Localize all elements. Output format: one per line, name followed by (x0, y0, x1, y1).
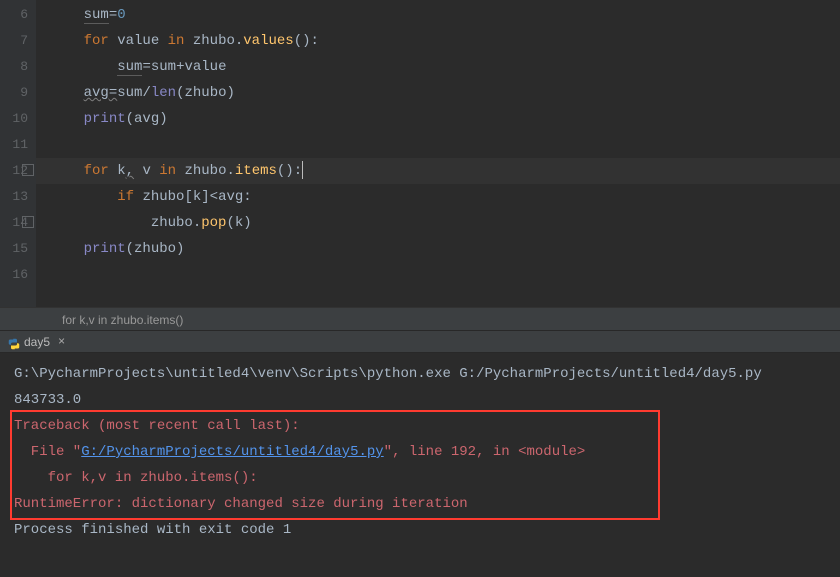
code-line[interactable] (36, 132, 840, 158)
line-number: 11 (0, 132, 28, 158)
python-icon (8, 336, 20, 348)
line-number: 7 (0, 28, 28, 54)
code-editor[interactable]: 678910111213141516 sum=0 for value in zh… (0, 0, 840, 307)
traceback-header: Traceback (most recent call last): (14, 413, 826, 439)
line-number: 10 (0, 106, 28, 132)
run-tab-label[interactable]: day5 (24, 331, 50, 353)
code-line[interactable]: sum=0 (36, 2, 840, 28)
fold-marker-icon[interactable] (22, 164, 34, 176)
traceback-error-line: RuntimeError: dictionary changed size du… (14, 491, 826, 517)
code-area[interactable]: sum=0 for value in zhubo.values(): sum=s… (36, 0, 840, 307)
line-number-gutter: 678910111213141516 (0, 0, 36, 307)
run-tab-bar[interactable]: day5 × (0, 331, 840, 353)
text-caret (302, 161, 303, 179)
code-line[interactable] (36, 262, 840, 288)
fold-marker-icon[interactable] (22, 216, 34, 228)
code-line[interactable]: avg=sum/len(zhubo) (36, 80, 840, 106)
console-exit-line: Process finished with exit code 1 (14, 517, 826, 543)
traceback-code-line: for k,v in zhubo.items(): (14, 465, 826, 491)
line-number: 16 (0, 262, 28, 288)
line-number: 15 (0, 236, 28, 262)
code-line[interactable]: sum=sum+value (36, 54, 840, 80)
console-command-line: G:\PycharmProjects\untitled4\venv\Script… (14, 361, 826, 387)
console-output-value: 843733.0 (14, 387, 826, 413)
traceback-file-link[interactable]: G:/PycharmProjects/untitled4/day5.py (81, 444, 383, 460)
code-line[interactable]: print(avg) (36, 106, 840, 132)
line-number: 13 (0, 184, 28, 210)
code-line[interactable]: for k, v in zhubo.items(): (36, 158, 840, 184)
run-console[interactable]: G:\PycharmProjects\untitled4\venv\Script… (0, 353, 840, 577)
line-number: 9 (0, 80, 28, 106)
line-number: 6 (0, 2, 28, 28)
breadcrumb[interactable]: for k,v in zhubo.items() (0, 307, 840, 331)
code-line[interactable]: print(zhubo) (36, 236, 840, 262)
code-line[interactable]: if zhubo[k]<avg: (36, 184, 840, 210)
line-number: 8 (0, 54, 28, 80)
traceback-file-line: File "G:/PycharmProjects/untitled4/day5.… (14, 439, 826, 465)
code-line[interactable]: zhubo.pop(k) (36, 210, 840, 236)
breadcrumb-text: for k,v in zhubo.items() (62, 313, 183, 327)
code-line[interactable]: for value in zhubo.values(): (36, 28, 840, 54)
close-icon[interactable]: × (58, 331, 65, 353)
